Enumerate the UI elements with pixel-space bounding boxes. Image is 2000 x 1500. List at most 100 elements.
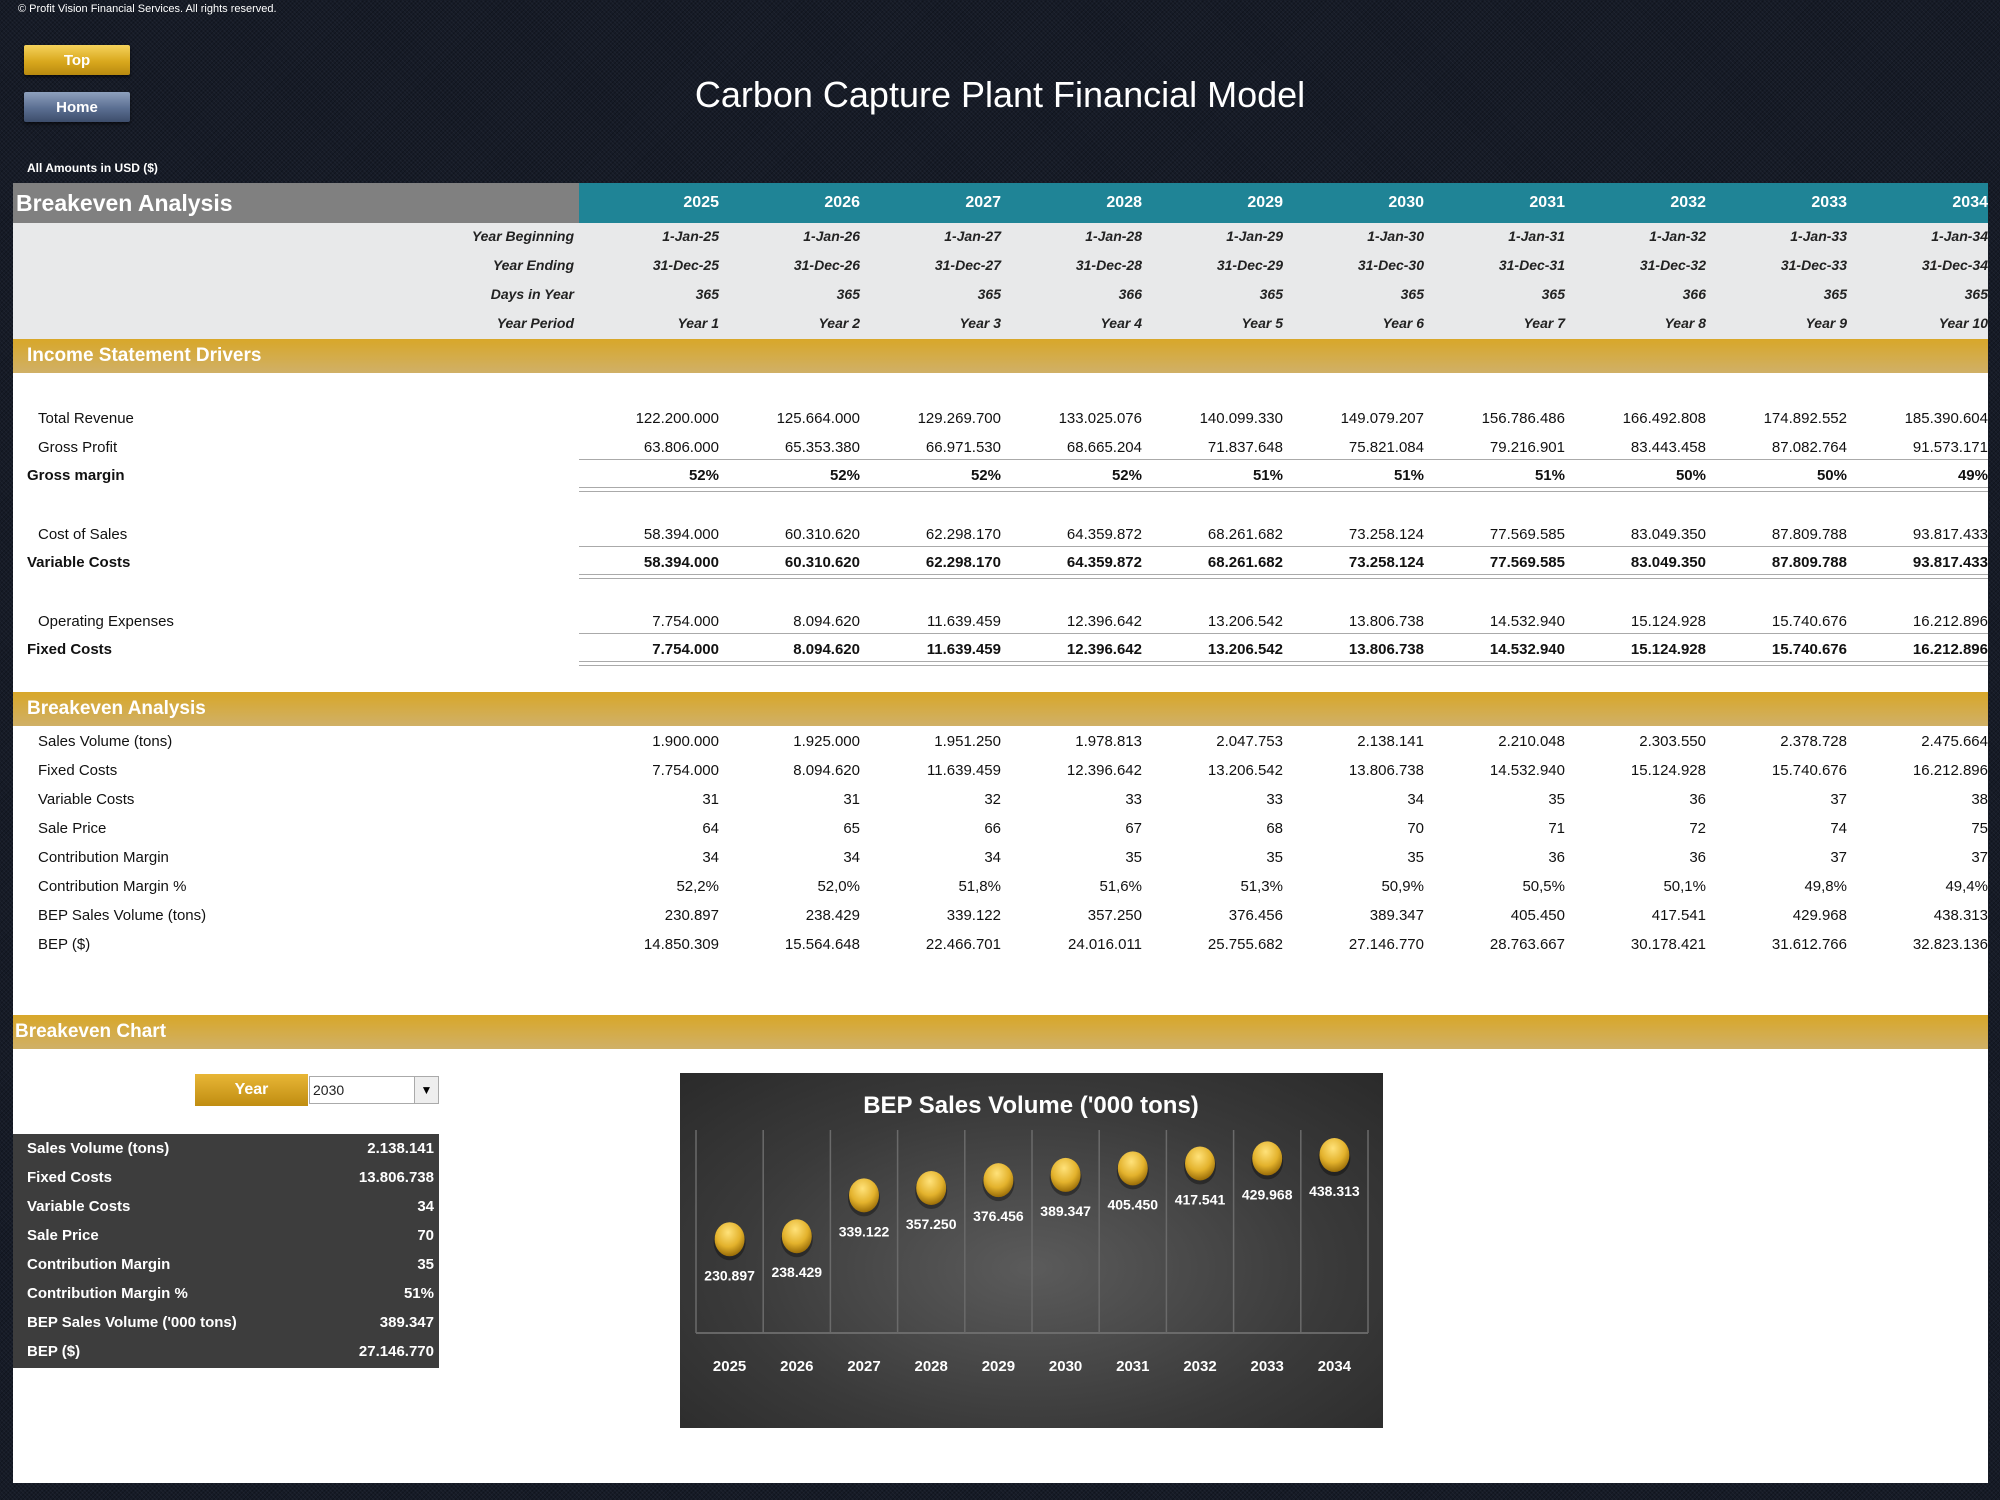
period-value: 31-Dec-33 (1780, 257, 1847, 273)
table-row: Cost of Sales 58.394.000 60.310.620 62.298.… (13, 524, 1988, 546)
data-point (916, 1170, 947, 1205)
cell-value: 52% (970, 467, 1001, 484)
year-column-header: 2026 (824, 194, 860, 211)
cell-value: 15.740.676 (1771, 762, 1847, 779)
cell-value: 122.200.000 (635, 410, 719, 427)
sheet-title: Breakeven Analysis (13, 183, 579, 223)
cell-value: 12.396.642 (1066, 762, 1142, 779)
cell-value: 185.390.604 (1904, 410, 1988, 427)
x-tick-label: 2032 (1183, 1358, 1216, 1375)
cell-value: 77.569.585 (1489, 526, 1565, 543)
period-value: 31-Dec-30 (1357, 257, 1424, 273)
cell-value: 34 (984, 849, 1001, 866)
cell-value: 15.124.928 (1630, 762, 1706, 779)
cell-value: 2.475.664 (1921, 733, 1988, 750)
cell-value: 64 (702, 820, 719, 837)
cell-value: 133.025.076 (1058, 410, 1142, 427)
cell-value: 58.394.000 (643, 554, 719, 571)
table-row: Contribution Margin 34 34 34 35 35 35 36 36 37 37 (13, 847, 1988, 869)
period-value: 1-Jan-34 (1931, 228, 1988, 244)
year-dropdown[interactable]: 2030 ▼ (309, 1076, 439, 1104)
year-selector-label: Year (195, 1074, 308, 1106)
cell-value: 14.532.940 (1489, 641, 1565, 658)
divider (579, 661, 1988, 666)
x-tick-label: 2029 (982, 1358, 1015, 1375)
cell-value: 66 (984, 820, 1001, 837)
table-row: Fixed Costs 7.754.000 8.094.620 11.639.459 1… (13, 639, 1988, 661)
period-value: 31-Dec-31 (1498, 257, 1565, 273)
cell-value: 7.754.000 (652, 762, 719, 779)
table-header: Breakeven Analysis 2025 2026 2027 2028 2029 2… (13, 183, 1988, 223)
cell-value: 87.809.788 (1771, 526, 1847, 543)
cell-value: 64.359.872 (1066, 526, 1142, 543)
section-title: Breakeven Chart (15, 1021, 167, 1042)
cell-value: 32 (984, 791, 1001, 808)
cell-value: 31.612.766 (1771, 936, 1847, 953)
summary-label: Contribution Margin % (27, 1285, 188, 1302)
cell-value: 15.740.676 (1771, 641, 1847, 658)
cell-value: 15.564.648 (784, 936, 860, 953)
bep-chart-svg: BEP Sales Volume ('000 tons) 230.897 2025 2… (695, 1092, 1369, 1375)
cell-value: 2.378.728 (1780, 733, 1847, 750)
cell-value: 376.456 (1228, 907, 1283, 924)
x-tick-label: 2033 (1251, 1358, 1284, 1375)
page-title: Carbon Capture Plant Financial Model (694, 74, 1306, 115)
cell-value: 34 (702, 849, 719, 866)
chevron-down-icon[interactable]: ▼ (414, 1077, 438, 1103)
period-value: Year 10 (1938, 315, 1988, 331)
divider (579, 459, 1988, 460)
row-label: Operating Expenses (38, 613, 174, 630)
cell-value: 35 (1548, 791, 1565, 808)
cell-value: 51,3% (1240, 878, 1283, 895)
summary-row: Variable Costs 34 (13, 1192, 439, 1221)
table-row: BEP Sales Volume (tons) 230.897 238.429 339… (13, 905, 1988, 927)
summary-row: BEP ($) 27.146.770 (13, 1337, 439, 1366)
cell-value: 58.394.000 (643, 526, 719, 543)
table-row: Gross Profit 63.806.000 65.353.380 66.971.5… (13, 437, 1988, 459)
period-value: 365 (695, 286, 719, 302)
cell-value: 34 (843, 849, 860, 866)
cell-value: 11.639.459 (927, 762, 1001, 779)
cell-value: 74 (1830, 820, 1847, 837)
top-button[interactable]: Top (24, 45, 130, 75)
cell-value: 2.047.753 (1216, 733, 1283, 750)
summary-value: 27.146.770 (358, 1343, 434, 1360)
year-column-header: 2029 (1247, 194, 1283, 211)
summary-value: 51% (403, 1285, 434, 1302)
cell-value: 93.817.433 (1912, 554, 1988, 571)
cell-value: 50,9% (1381, 878, 1424, 895)
bep-chart: BEP Sales Volume ('000 tons) 230.897 2025 2… (680, 1073, 1383, 1428)
period-value: Year 7 (1523, 315, 1565, 331)
cell-value: 35 (1407, 849, 1424, 866)
cell-value: 1.925.000 (793, 733, 860, 750)
x-tick-label: 2030 (1049, 1358, 1082, 1375)
cell-value: 16.212.896 (1912, 641, 1988, 658)
data-label: 429.968 (1242, 1186, 1293, 1202)
cell-value: 36 (1689, 791, 1706, 808)
cell-value: 50,1% (1663, 878, 1706, 895)
cell-value: 60.310.620 (784, 526, 860, 543)
period-value: 366 (1118, 286, 1142, 302)
year-column-header: 2033 (1811, 194, 1847, 211)
period-value: 1-Jan-29 (1226, 228, 1283, 244)
period-value: Year 8 (1664, 315, 1706, 331)
table-row: Sale Price 64 65 66 67 68 70 71 72 74 75 (13, 818, 1988, 840)
data-label: 389.347 (1040, 1203, 1091, 1219)
divider (579, 633, 1988, 634)
year-column-header: 2030 (1388, 194, 1424, 211)
year-dropdown-value: 2030 (313, 1082, 345, 1098)
section-title: Income Statement Drivers (27, 345, 262, 366)
year-column-header: 2031 (1529, 194, 1565, 211)
cell-value: 60.310.620 (784, 554, 860, 571)
period-value: Year 5 (1241, 315, 1283, 331)
cell-value: 405.450 (1510, 907, 1565, 924)
table-row: Contribution Margin % 52,2% 52,0% 51,8% 51,6… (13, 876, 1988, 898)
cell-value: 31 (702, 791, 719, 808)
cell-value: 417.541 (1651, 907, 1706, 924)
currency-note: All Amounts in USD ($) (27, 161, 158, 175)
cell-value: 33 (1125, 791, 1142, 808)
data-point (983, 1163, 1014, 1198)
data-point (849, 1178, 879, 1213)
cell-value: 25.755.682 (1207, 936, 1283, 953)
cell-value: 7.754.000 (652, 613, 719, 630)
